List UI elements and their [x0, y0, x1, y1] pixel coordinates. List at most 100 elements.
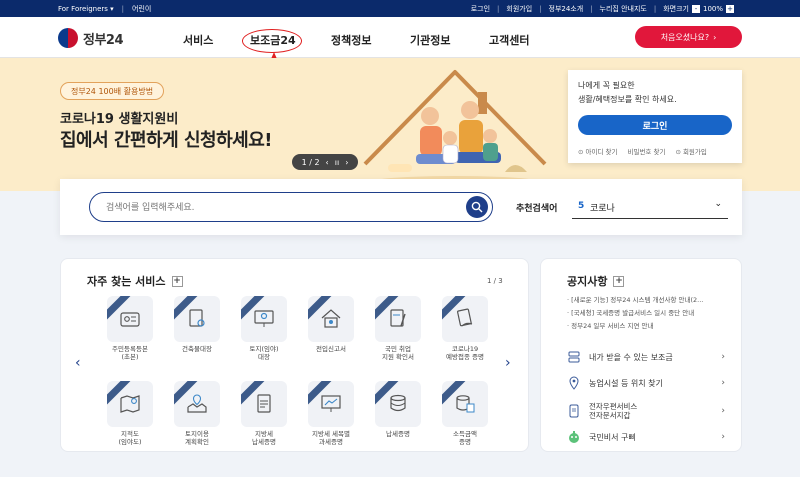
- easy-version-link[interactable]: 어린이: [132, 4, 151, 14]
- zoom-control: 화면크기 - 100% +: [663, 4, 734, 14]
- logo-text: 정부24: [83, 32, 124, 48]
- service-tile-label: 토지(임야) 대장: [249, 345, 279, 362]
- signup-link[interactable]: 회원가입: [506, 4, 532, 14]
- find-password-link[interactable]: 비밀번호 찾기: [627, 146, 665, 156]
- service-tile[interactable]: 건축물대장: [174, 296, 220, 353]
- service-tile-label: 지방세 납세증명: [252, 430, 276, 447]
- register-link[interactable]: ⊙ 회원가입: [675, 146, 706, 156]
- more-notice-button[interactable]: +: [613, 275, 625, 287]
- search-icon: [471, 201, 483, 213]
- nav-services[interactable]: 서비스: [183, 32, 213, 48]
- service-tile-label: 국민 취업 지원 확인서: [382, 345, 414, 362]
- quick-link-subsidy[interactable]: 내가 받을 수 있는 보조금 ›: [567, 347, 725, 367]
- service-tile[interactable]: 주민등록등본 (초본): [107, 296, 153, 361]
- service-tile-icon-box: [174, 296, 220, 342]
- rec-term: 코로나: [590, 204, 615, 214]
- frequent-services-title: 자주 찾는 서비스: [87, 275, 166, 288]
- quick-link-facility[interactable]: 농업시설 등 위치 찾기 ›: [567, 373, 725, 393]
- service-tile-label: 건축물대장: [182, 345, 212, 353]
- coin-stack-icon: [390, 394, 406, 412]
- login-button[interactable]: 로그인: [578, 115, 732, 135]
- quick-link-assistant[interactable]: 국민비서 구삐 ›: [567, 427, 725, 447]
- service-tile-label: 코로나19 예방접종 증명: [446, 345, 484, 362]
- recommended-keyword-label: 추천검색어: [516, 204, 558, 214]
- zoom-value: 100%: [702, 5, 723, 13]
- service-tile[interactable]: 소득금액 증명: [442, 381, 488, 446]
- highlight-circle-annotation: [242, 29, 302, 53]
- service-tile[interactable]: 코로나19 예방접종 증명: [442, 296, 488, 361]
- pager-prev-icon[interactable]: ‹: [326, 158, 329, 167]
- notice-item[interactable]: · 정부24 일부 서비스 지연 안내: [567, 320, 727, 333]
- nav-policy-info[interactable]: 정책정보: [331, 32, 371, 48]
- chevron-right-icon: ›: [721, 352, 725, 362]
- service-tile-label: 소득금액 증명: [453, 430, 477, 447]
- document-search-icon: [189, 309, 205, 327]
- services-prev-icon[interactable]: ‹: [75, 355, 81, 371]
- service-tile-icon-box: [174, 381, 220, 427]
- rec-rank: 5: [578, 201, 585, 211]
- service-tile[interactable]: 납세증명: [375, 381, 421, 438]
- location-pin-icon: [569, 376, 579, 390]
- search-section: 추천검색어 5 코로나 ⌄: [60, 179, 742, 235]
- search-button[interactable]: [466, 196, 488, 218]
- main-header: 정부24 서비스 보조금24 정책정보 기관정보 고객센터 처음오셨나요? ›: [0, 17, 800, 58]
- more-services-button[interactable]: +: [171, 275, 183, 287]
- map-location-icon: [187, 394, 207, 413]
- frequent-services-panel: 자주 찾는 서비스 + 1 / 3 ‹ › 주민등록등본 (초본) 건축물대장 토지…: [60, 258, 529, 452]
- id-card-icon: [120, 312, 140, 327]
- quick-link-label: 내가 받을 수 있는 보조금: [589, 352, 673, 362]
- first-visit-button[interactable]: 처음오셨나요? ›: [635, 26, 742, 48]
- find-id-link[interactable]: ⊙ 아이디 찾기: [578, 146, 617, 156]
- banner-subtitle: 코로나19 생활지원비: [60, 112, 179, 127]
- document-hand-icon: [457, 308, 473, 327]
- pager-count: 1 / 2: [301, 157, 320, 167]
- intro-link[interactable]: 정부24소개: [549, 4, 584, 14]
- banner-pager: 1 / 2 ‹ ıı ›: [292, 154, 358, 170]
- service-tile-icon-box: [442, 296, 488, 342]
- service-tile-icon-box: [308, 296, 354, 342]
- service-tile-label: 납세증명: [386, 430, 410, 438]
- nav-customer-center[interactable]: 고객센터: [489, 32, 529, 48]
- service-tile[interactable]: 토지(임야) 대장: [241, 296, 287, 361]
- service-tile[interactable]: 전입신고서: [308, 296, 354, 353]
- banner-tag[interactable]: 정부24 100배 활용방법: [60, 82, 165, 100]
- chevron-right-icon: ›: [721, 378, 725, 388]
- service-tile[interactable]: 지방세 납세증명: [241, 381, 287, 446]
- quick-link-e-document[interactable]: 전자우편서비스 전자문서지갑 ›: [567, 401, 725, 421]
- pager-next-icon[interactable]: ›: [345, 158, 348, 167]
- zoom-in-button[interactable]: +: [726, 5, 734, 13]
- login-link[interactable]: 로그인: [471, 4, 490, 14]
- nav-agency-info[interactable]: 기관정보: [410, 32, 450, 48]
- site-logo[interactable]: 정부24: [58, 28, 124, 48]
- service-tile-icon-box: [308, 381, 354, 427]
- service-tile-icon-box: [442, 381, 488, 427]
- search-input[interactable]: [106, 200, 446, 216]
- for-foreigners-link[interactable]: For Foreigners ▾: [58, 5, 114, 13]
- quick-link-label: 국민비서 구삐: [589, 432, 636, 442]
- house-gear-icon: [321, 309, 341, 328]
- recommended-keyword-select[interactable]: 5 코로나 ⌄: [572, 197, 728, 219]
- family-house-illustration: [363, 70, 547, 188]
- service-tile-label: 전입신고서: [316, 345, 346, 353]
- zoom-out-button[interactable]: -: [691, 5, 700, 13]
- service-tile-icon-box: [241, 381, 287, 427]
- login-card: 나에게 꼭 필요한 생활/혜택정보를 확인 하세요. 로그인 ⊙ 아이디 찾기 …: [568, 70, 742, 163]
- notice-item[interactable]: · [새로운 기능] 정부24 시스템 개선사항 안내(2...: [567, 294, 727, 307]
- document-pen-icon: [390, 309, 406, 327]
- chevron-down-icon: ⌄: [714, 199, 722, 209]
- service-tile-icon-box: [375, 381, 421, 427]
- service-tile[interactable]: 지방세 세목별 과세증명: [308, 381, 354, 446]
- service-tile[interactable]: 토지이용 계획확인: [174, 381, 220, 446]
- notice-item[interactable]: · [국세청] 국세증명 발급서비스 일시 중단 안내: [567, 307, 727, 320]
- services-next-icon[interactable]: ›: [505, 355, 511, 371]
- service-tile[interactable]: 지적도 (임야도): [107, 381, 153, 446]
- sitemap-link[interactable]: 누리집 안내지도: [600, 4, 647, 14]
- quick-link-label: 전자우편서비스 전자문서지갑: [589, 402, 638, 420]
- pager-pause-icon[interactable]: ıı: [335, 158, 339, 167]
- server-icon: [568, 351, 580, 363]
- phone-doc-icon: [569, 404, 579, 418]
- mascot-icon: [569, 431, 579, 443]
- chevron-right-icon: ›: [721, 432, 725, 442]
- service-tile[interactable]: 국민 취업 지원 확인서: [375, 296, 421, 361]
- notice-title: 공지사항: [567, 275, 608, 288]
